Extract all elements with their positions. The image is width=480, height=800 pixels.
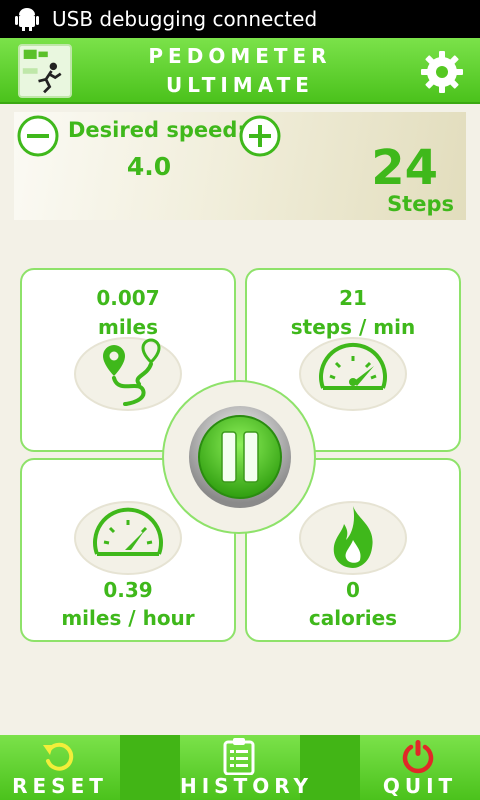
pace-value: 21 xyxy=(339,286,367,310)
bottom-nav: RESET HISTORY QUIT xyxy=(0,735,480,800)
title-bar: PEDOMETER ULTIMATE xyxy=(0,38,480,104)
speed-value: 0.39 xyxy=(103,578,153,602)
title-line-2: ULTIMATE xyxy=(166,73,314,97)
steps-count: 24 xyxy=(371,140,438,196)
status-text: USB debugging connected xyxy=(52,7,318,31)
gauge-icon xyxy=(74,501,182,575)
calories-value: 0 xyxy=(346,578,360,602)
pause-button[interactable] xyxy=(188,405,292,509)
speed-unit: miles / hour xyxy=(61,606,195,630)
usb-debug-icon xyxy=(15,8,39,31)
calories-unit: calories xyxy=(308,606,398,630)
quit-button[interactable]: QUIT xyxy=(360,735,480,800)
history-button[interactable]: HISTORY xyxy=(180,735,314,800)
increase-speed-button[interactable] xyxy=(238,114,282,158)
decrease-speed-button[interactable] xyxy=(16,114,60,158)
reset-button[interactable]: RESET xyxy=(0,735,120,800)
app-logo xyxy=(18,44,72,98)
steps-label: Steps xyxy=(387,192,454,216)
history-label: HISTORY xyxy=(180,774,314,798)
nav-stripe xyxy=(120,735,180,800)
distance-value: 0.007 xyxy=(96,286,160,310)
quit-label: QUIT xyxy=(382,774,458,798)
title-line-1: PEDOMETER xyxy=(148,44,332,68)
reset-icon xyxy=(43,742,74,771)
speed-panel: Desired speed: 4.0 24 Steps xyxy=(14,112,466,220)
flame-icon xyxy=(299,501,407,575)
desired-speed-label: Desired speed: xyxy=(68,118,246,142)
route-icon xyxy=(74,337,182,411)
reset-label: RESET xyxy=(12,774,108,798)
power-icon xyxy=(402,740,434,774)
runner-icon xyxy=(22,49,62,94)
desired-speed-value: 4.0 xyxy=(126,152,172,181)
clipboard-icon xyxy=(223,738,255,775)
settings-gear-icon[interactable] xyxy=(420,50,464,94)
speedometer-icon xyxy=(299,337,407,411)
app-title: PEDOMETER ULTIMATE xyxy=(100,42,380,100)
status-bar: USB debugging connected xyxy=(0,0,480,38)
